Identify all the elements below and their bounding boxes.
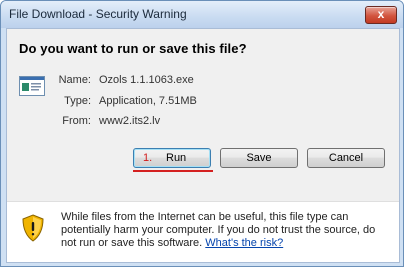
title-bar[interactable]: File Download - Security Warning x (1, 1, 403, 28)
whats-the-risk-link[interactable]: What's the risk? (205, 237, 283, 249)
close-icon: x (377, 7, 385, 21)
from-label: From: (62, 115, 91, 127)
run-button[interactable]: 1. Run (133, 148, 211, 168)
file-name-value: Ozols 1.1.1063.exe (99, 74, 194, 86)
step-number-annotation: 1. (143, 152, 153, 164)
dialog-body: Do you want to run or save this file? Na… (6, 28, 400, 263)
save-button[interactable]: Save (220, 148, 298, 168)
window-title: File Download - Security Warning (9, 7, 187, 21)
security-warning-dialog: File Download - Security Warning x Do yo… (0, 0, 404, 267)
file-icon (19, 76, 45, 96)
run-annotation-underline (133, 170, 213, 172)
name-label: Name: (58, 74, 91, 86)
dialog-question: Do you want to run or save this file? (19, 41, 247, 56)
file-type-value: Application, 7.51MB (99, 95, 197, 107)
file-source-value: www2.its2.lv (99, 115, 161, 127)
warning-message: While files from the Internet can be use… (61, 211, 391, 250)
close-button[interactable]: x (365, 6, 397, 24)
type-label: Type: (64, 95, 91, 107)
cancel-button[interactable]: Cancel (307, 148, 385, 168)
warning-footer: While files from the Internet can be use… (7, 201, 399, 262)
run-button-label: Run (166, 152, 187, 164)
shield-warning-icon (22, 214, 44, 242)
